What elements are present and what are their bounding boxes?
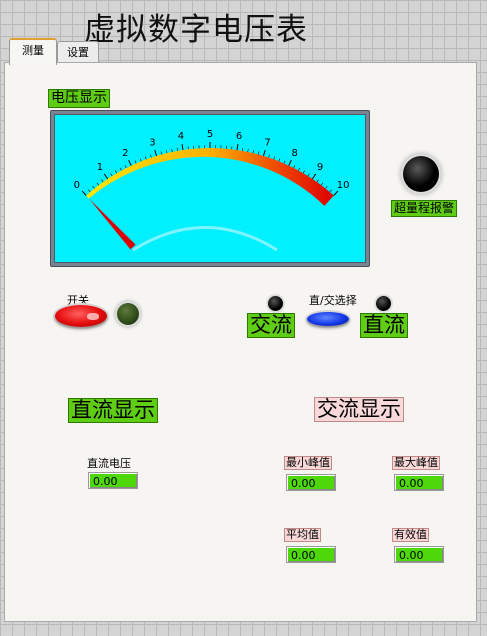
meter-major-tick: [128, 159, 132, 166]
meter-minor-tick: [139, 158, 142, 162]
meter-minor-tick: [268, 154, 270, 158]
min-peak-display: 0.00: [286, 474, 336, 491]
meter-tick-label: 0: [74, 180, 80, 191]
meter-major-tick: [181, 143, 184, 151]
meter-minor-tick: [257, 151, 260, 155]
meter-needle: [88, 198, 136, 250]
mode-selector-label: 直/交选择: [309, 294, 357, 307]
meter-minor-tick: [325, 185, 328, 189]
meter-minor-tick: [92, 185, 95, 189]
meter-minor-tick: [134, 160, 137, 164]
meter-minor-tick: [316, 179, 319, 183]
meter-major-tick: [81, 190, 87, 196]
meter-tick-label: 9: [317, 162, 323, 173]
dc-display-title: 直流显示: [68, 398, 158, 424]
app-title: 虚拟数字电压表: [84, 12, 308, 48]
meter-minor-tick: [252, 150, 254, 154]
meter-tick-label: 7: [264, 137, 270, 148]
max-peak-label: 最大峰值: [392, 456, 440, 471]
meter-tick-label: 8: [292, 148, 298, 159]
meter-minor-tick: [278, 158, 281, 162]
meter-tick-label: 5: [207, 129, 213, 140]
meter-major-tick: [333, 190, 339, 196]
meter-major-tick: [262, 150, 266, 157]
average-label: 平均值: [284, 528, 321, 543]
dc-voltage-display: 0.00: [88, 472, 138, 489]
meter-gauge-svg: 0 1 2 3 4 5 6 7 8 9 10: [74, 129, 350, 252]
tab-measure[interactable]: 测量: [9, 38, 57, 65]
min-peak-label: 最小峰值: [284, 456, 332, 471]
rms-display: 0.00: [394, 546, 444, 563]
meter-minor-tick: [176, 147, 178, 151]
meter-minor-tick: [283, 160, 286, 164]
meter-minor-tick: [101, 179, 104, 183]
meter-tick-label: 10: [337, 180, 350, 191]
meter-minor-tick: [242, 147, 244, 151]
ac-mode-label: 交流: [247, 313, 295, 339]
meter-minor-tick: [320, 182, 324, 186]
dc-indicator-led: [376, 296, 391, 311]
dc-mode-label: 直流: [360, 313, 408, 339]
meter-minor-tick: [298, 167, 301, 171]
overrange-alarm-label: 超量程报警: [391, 200, 458, 218]
voltage-meter[interactable]: 0 1 2 3 4 5 6 7 8 9 10: [54, 114, 366, 263]
meter-minor-tick: [150, 154, 152, 158]
meter-tick-label: 1: [97, 162, 103, 173]
meter-minor-tick: [115, 170, 118, 174]
meter-minor-tick: [307, 173, 310, 177]
meter-minor-tick: [88, 189, 91, 193]
meter-minor-tick: [171, 148, 173, 152]
meter-minor-tick: [302, 170, 305, 174]
meter-minor-tick: [96, 182, 100, 186]
meter-tick-label: 4: [178, 131, 184, 142]
meter-minor-tick: [329, 189, 332, 193]
meter-major-tick: [236, 143, 239, 151]
meter-minor-tick: [124, 165, 127, 169]
power-switch[interactable]: [55, 305, 107, 327]
tab-settings[interactable]: 设置: [57, 41, 99, 64]
meter-tick-label: 2: [122, 148, 128, 159]
meter-minor-tick: [110, 173, 113, 177]
meter-minor-tick: [160, 151, 163, 155]
meter-minor-tick: [247, 148, 249, 152]
meter-minor-tick: [119, 167, 122, 171]
meter-minor-tick: [293, 165, 296, 169]
meter-major-tick: [154, 150, 158, 157]
dc-voltage-label: 直流电压: [87, 457, 131, 470]
meter-minor-tick: [273, 156, 276, 160]
meter-tick-label: 6: [236, 131, 242, 142]
power-led: [117, 303, 139, 325]
ac-indicator-led: [268, 296, 283, 311]
max-peak-display: 0.00: [394, 474, 444, 491]
meter-minor-tick: [144, 156, 147, 160]
average-display: 0.00: [286, 546, 336, 563]
meter-major-tick: [103, 173, 109, 180]
rms-label: 有效值: [392, 528, 429, 543]
meter-major-tick: [288, 159, 292, 166]
ac-display-title: 交流显示: [314, 397, 404, 423]
meter-minor-tick: [166, 150, 168, 154]
overrange-alarm-led: [403, 156, 439, 192]
meter-tick-label: 3: [149, 137, 155, 148]
voltage-display-label: 电压显示: [48, 89, 110, 109]
meter-major-tick: [311, 173, 317, 180]
meter-glare: [132, 226, 278, 252]
mode-selector-switch[interactable]: [307, 312, 349, 326]
